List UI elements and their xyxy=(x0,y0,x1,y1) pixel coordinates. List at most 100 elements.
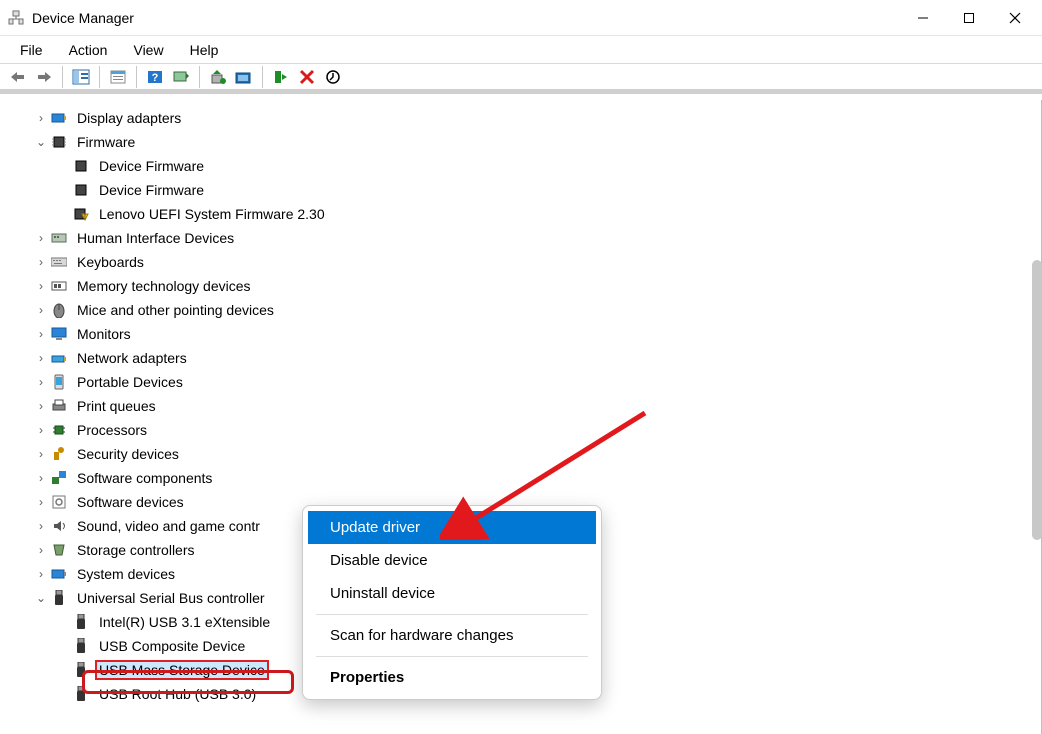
portable-device-icon xyxy=(50,373,68,391)
window-title: Device Manager xyxy=(32,10,134,26)
tree-label: Device Firmware xyxy=(96,181,207,199)
storage-icon xyxy=(50,541,68,559)
back-button[interactable] xyxy=(6,65,30,89)
properties-toolbar-icon[interactable] xyxy=(106,65,130,89)
usb-icon xyxy=(72,661,90,679)
toolbar: ? xyxy=(0,64,1042,94)
update-driver-toolbar-icon[interactable] xyxy=(206,65,230,89)
tree-label: System devices xyxy=(74,565,178,583)
tree-item-monitors[interactable]: › Monitors xyxy=(10,322,1041,346)
add-legacy-hardware-icon[interactable] xyxy=(232,65,256,89)
monitor-icon xyxy=(50,325,68,343)
tree-label: Keyboards xyxy=(74,253,147,271)
chevron-right-icon[interactable]: › xyxy=(32,517,50,535)
scan-hardware-icon[interactable] xyxy=(169,65,193,89)
chevron-right-icon[interactable]: › xyxy=(32,277,50,295)
tree-item-memory-tech[interactable]: › Memory technology devices xyxy=(10,274,1041,298)
tree-label: Display adapters xyxy=(74,109,184,127)
chevron-right-icon[interactable]: › xyxy=(32,325,50,343)
tree-item-firmware[interactable]: ⌄ Firmware xyxy=(10,130,1041,154)
chevron-right-icon[interactable]: › xyxy=(32,397,50,415)
disable-device-toolbar-icon[interactable] xyxy=(321,65,345,89)
chevron-right-icon[interactable]: › xyxy=(32,469,50,487)
menu-separator xyxy=(316,656,588,657)
chevron-right-icon[interactable]: › xyxy=(32,541,50,559)
chevron-right-icon[interactable]: › xyxy=(32,253,50,271)
tree-label: Universal Serial Bus controller xyxy=(74,589,268,607)
chevron-right-icon[interactable]: › xyxy=(32,301,50,319)
hid-icon xyxy=(50,229,68,247)
chevron-right-icon[interactable]: › xyxy=(32,229,50,247)
uninstall-toolbar-icon[interactable] xyxy=(295,65,319,89)
menu-separator xyxy=(316,614,588,615)
software-components-icon xyxy=(50,469,68,487)
chevron-down-icon[interactable]: ⌄ xyxy=(32,589,50,607)
tree-item-device-firmware-1[interactable]: Device Firmware xyxy=(10,154,1041,178)
chevron-right-icon[interactable]: › xyxy=(32,109,50,127)
tree-item-keyboards[interactable]: › Keyboards xyxy=(10,250,1041,274)
tree-label: Network adapters xyxy=(74,349,190,367)
chevron-right-icon[interactable]: › xyxy=(32,565,50,583)
tree-label: Intel(R) USB 3.1 eXtensible xyxy=(96,613,273,631)
system-icon xyxy=(50,565,68,583)
usb-icon xyxy=(72,685,90,703)
ctx-uninstall-device[interactable]: Uninstall device xyxy=(308,577,596,610)
chevron-right-icon[interactable]: › xyxy=(32,349,50,367)
firmware-icon xyxy=(72,157,90,175)
tree-label: USB Composite Device xyxy=(96,637,248,655)
tree-item-network[interactable]: › Network adapters xyxy=(10,346,1041,370)
ctx-properties[interactable]: Properties xyxy=(308,661,596,694)
svg-text:?: ? xyxy=(152,72,159,84)
forward-button[interactable] xyxy=(32,65,56,89)
tree-label: Software components xyxy=(74,469,215,487)
chevron-right-icon[interactable]: › xyxy=(32,373,50,391)
tree-item-sw-components[interactable]: › Software components xyxy=(10,466,1041,490)
tree-label: Print queues xyxy=(74,397,159,415)
menu-action[interactable]: Action xyxy=(59,40,118,60)
chevron-right-icon[interactable]: › xyxy=(32,493,50,511)
display-adapter-icon xyxy=(50,109,68,127)
tree-item-display-adapters[interactable]: › Display adapters xyxy=(10,106,1041,130)
network-icon xyxy=(50,349,68,367)
enable-device-toolbar-icon[interactable] xyxy=(269,65,293,89)
tree-item-mice[interactable]: › Mice and other pointing devices xyxy=(10,298,1041,322)
ctx-disable-device[interactable]: Disable device xyxy=(308,544,596,577)
tree-item-device-firmware-2[interactable]: Device Firmware xyxy=(10,178,1041,202)
svg-text:!: ! xyxy=(84,214,86,221)
cpu-icon xyxy=(50,421,68,439)
keyboard-icon xyxy=(50,253,68,271)
mouse-icon xyxy=(50,301,68,319)
vertical-scrollbar[interactable] xyxy=(1032,260,1042,540)
sound-icon xyxy=(50,517,68,535)
firmware-warning-icon: ! xyxy=(72,205,90,223)
ctx-update-driver[interactable]: Update driver xyxy=(308,511,596,544)
show-hide-console-tree-icon[interactable] xyxy=(69,65,93,89)
context-menu: Update driver Disable device Uninstall d… xyxy=(302,505,602,700)
minimize-button[interactable] xyxy=(900,2,946,34)
software-devices-icon xyxy=(50,493,68,511)
tree-label: Processors xyxy=(74,421,150,439)
menu-view[interactable]: View xyxy=(123,40,173,60)
tree-item-lenovo-uefi[interactable]: ! Lenovo UEFI System Firmware 2.30 xyxy=(10,202,1041,226)
tree-item-security[interactable]: › Security devices xyxy=(10,442,1041,466)
chevron-right-icon[interactable]: › xyxy=(32,445,50,463)
chevron-right-icon[interactable]: › xyxy=(32,421,50,439)
security-icon xyxy=(50,445,68,463)
memory-icon xyxy=(50,277,68,295)
menu-file[interactable]: File xyxy=(10,40,53,60)
chevron-down-icon[interactable]: ⌄ xyxy=(32,133,50,151)
tree-item-print-queues[interactable]: › Print queues xyxy=(10,394,1041,418)
tree-label: Device Firmware xyxy=(96,157,207,175)
close-button[interactable] xyxy=(992,2,1038,34)
menu-help[interactable]: Help xyxy=(180,40,229,60)
tree-label: Firmware xyxy=(74,133,138,151)
tree-label: Mice and other pointing devices xyxy=(74,301,277,319)
tree-item-portable[interactable]: › Portable Devices xyxy=(10,370,1041,394)
tree-label: Security devices xyxy=(74,445,182,463)
ctx-scan-hardware[interactable]: Scan for hardware changes xyxy=(308,619,596,652)
help-toolbar-icon[interactable]: ? xyxy=(143,65,167,89)
maximize-button[interactable] xyxy=(946,2,992,34)
tree-item-hid[interactable]: › Human Interface Devices xyxy=(10,226,1041,250)
tree-item-processors[interactable]: › Processors xyxy=(10,418,1041,442)
tree-label: Software devices xyxy=(74,493,187,511)
